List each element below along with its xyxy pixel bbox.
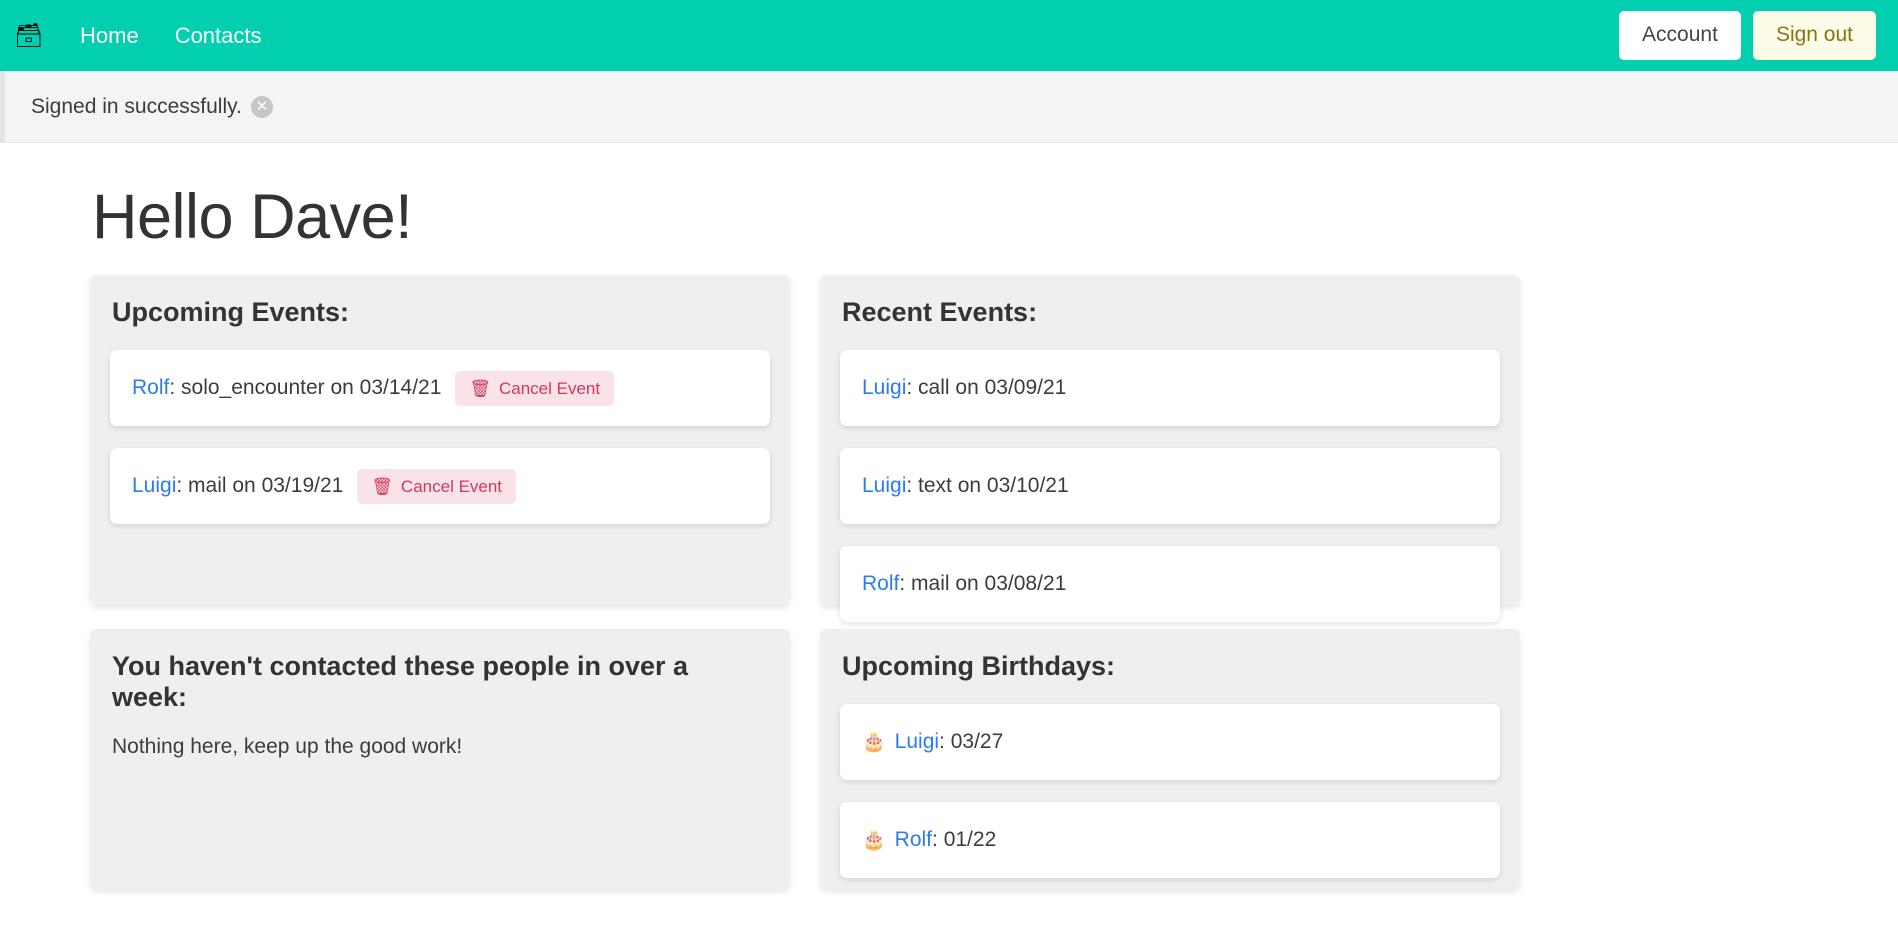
event-detail: : text on 03/10/21	[906, 474, 1068, 498]
upcoming-event-line: Rolf : solo_encounter on 03/14/21 🗑 Canc…	[132, 371, 614, 406]
upcoming-event-line: Luigi : mail on 03/19/21 🗑 Cancel Event	[132, 469, 516, 504]
panel-title-upcoming-events: Upcoming Events:	[112, 297, 770, 328]
cancel-event-label: Cancel Event	[499, 380, 600, 397]
panel-title-upcoming-birthdays: Upcoming Birthdays:	[842, 651, 1500, 682]
trash-icon: 🗑	[469, 380, 491, 397]
contact-link[interactable]: Luigi	[862, 474, 906, 498]
cancel-event-button[interactable]: 🗑 Cancel Event	[455, 371, 614, 406]
panel-upcoming-events: Upcoming Events: Rolf : solo_encounter o…	[90, 275, 790, 605]
sign-out-button[interactable]: Sign out	[1753, 11, 1876, 59]
dashboard-grid: Upcoming Events: Rolf : solo_encounter o…	[90, 275, 1808, 889]
recent-event-card: Rolf : mail on 03/08/21	[840, 546, 1500, 622]
contact-link[interactable]: Luigi	[895, 730, 939, 754]
page-title: Hello Dave!	[92, 181, 1808, 253]
recent-event-card: Luigi : text on 03/10/21	[840, 448, 1500, 524]
upcoming-event-card: Luigi : mail on 03/19/21 🗑 Cancel Event	[110, 448, 770, 524]
panel-title-recent-events: Recent Events:	[842, 297, 1500, 328]
contact-link[interactable]: Rolf	[862, 572, 899, 596]
recent-event-line: Luigi : call on 03/09/21	[862, 376, 1066, 400]
birthday-cake-icon: 🎂	[862, 733, 886, 752]
primary-nav: Home Contacts	[62, 15, 280, 57]
top-navbar: 🗃 Home Contacts Account Sign out	[0, 0, 1898, 71]
neglected-empty-message: Nothing here, keep up the good work!	[112, 735, 770, 759]
panel-title-neglected-contacts: You haven't contacted these people in ov…	[112, 651, 770, 713]
close-icon[interactable]: ✕	[251, 96, 273, 118]
nav-actions: Account Sign out	[1619, 11, 1876, 59]
flash-message-text: Signed in successfully.	[31, 95, 242, 119]
cancel-event-label: Cancel Event	[401, 478, 502, 495]
panel-upcoming-birthdays: Upcoming Birthdays: 🎂 Luigi : 03/27 🎂 Ro…	[820, 629, 1520, 889]
contact-link[interactable]: Rolf	[895, 828, 932, 852]
card-index-icon[interactable]: 🗃	[14, 24, 40, 47]
recent-event-card: Luigi : call on 03/09/21	[840, 350, 1500, 426]
birthday-cake-icon: 🎂	[862, 831, 886, 850]
cancel-event-button[interactable]: 🗑 Cancel Event	[357, 469, 516, 504]
nav-link-contacts[interactable]: Contacts	[157, 15, 280, 57]
upcoming-event-card: Rolf : solo_encounter on 03/14/21 🗑 Canc…	[110, 350, 770, 426]
trash-icon: 🗑	[371, 478, 393, 495]
birthday-line: 🎂 Luigi : 03/27	[862, 730, 1003, 754]
event-detail: : mail on 03/08/21	[899, 572, 1066, 596]
contact-link[interactable]: Rolf	[132, 376, 169, 400]
birthday-card: 🎂 Luigi : 03/27	[840, 704, 1500, 780]
flash-message-bar: Signed in successfully. ✕	[0, 71, 1898, 143]
recent-event-line: Rolf : mail on 03/08/21	[862, 572, 1066, 596]
event-detail: : call on 03/09/21	[906, 376, 1066, 400]
birthday-detail: : 01/22	[932, 828, 996, 852]
recent-event-line: Luigi : text on 03/10/21	[862, 474, 1069, 498]
birthday-detail: : 03/27	[939, 730, 1003, 754]
panel-neglected-contacts: You haven't contacted these people in ov…	[90, 629, 790, 889]
nav-link-home[interactable]: Home	[62, 15, 157, 57]
contact-link[interactable]: Luigi	[862, 376, 906, 400]
birthday-card: 🎂 Rolf : 01/22	[840, 802, 1500, 878]
birthday-line: 🎂 Rolf : 01/22	[862, 828, 996, 852]
account-button[interactable]: Account	[1619, 11, 1741, 59]
contact-link[interactable]: Luigi	[132, 474, 176, 498]
event-detail: : solo_encounter on 03/14/21	[169, 376, 441, 400]
event-detail: : mail on 03/19/21	[176, 474, 343, 498]
panel-recent-events: Recent Events: Luigi : call on 03/09/21 …	[820, 275, 1520, 605]
main-content: Hello Dave! Upcoming Events: Rolf : solo…	[0, 181, 1898, 889]
